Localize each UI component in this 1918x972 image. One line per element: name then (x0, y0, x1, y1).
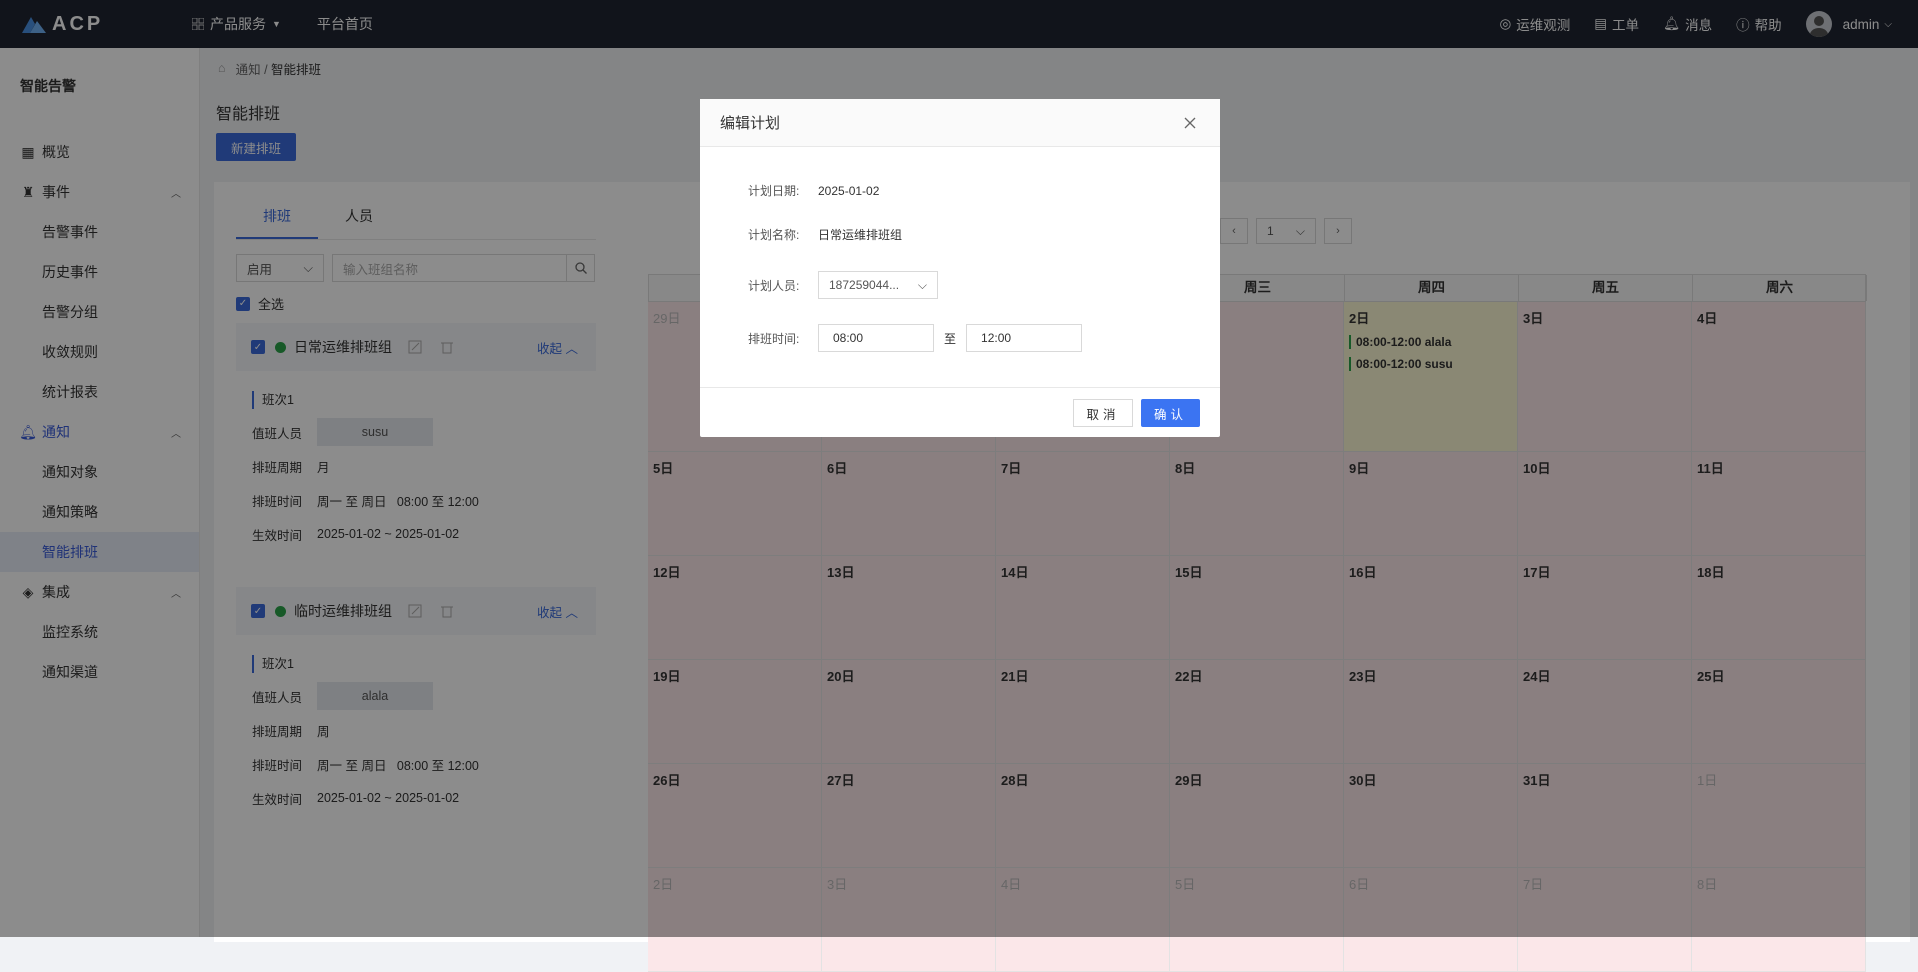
schedule-time-label: 排班时间: (748, 331, 800, 346)
to-label: 至 (944, 331, 957, 346)
plan-name-value: 日常运维排班组 (818, 228, 903, 242)
plan-person-select[interactable]: 187259044... ⌵ (818, 271, 938, 299)
start-time-input[interactable]: 08:00 (818, 324, 934, 352)
dialog-title: 编辑计划 (720, 115, 781, 132)
cancel-button[interactable]: 取消 (1073, 399, 1133, 427)
plan-person-value: 187259044... (829, 278, 900, 292)
edit-plan-dialog: 编辑计划 计划日期: 2025-01-02 计划名称: 日常运维排班组 计划人员: … (700, 99, 1220, 437)
plan-date-label: 计划日期: (748, 184, 800, 198)
dialog-footer: 取消 确认 (700, 387, 1220, 437)
plan-name-label: 计划名称: (748, 228, 800, 242)
close-icon[interactable] (1180, 113, 1200, 133)
chevron-down-icon: ⌵ (917, 277, 927, 292)
confirm-button[interactable]: 确认 (1141, 399, 1200, 427)
dialog-header: 编辑计划 (700, 99, 1220, 147)
plan-date-value: 2025-01-02 (818, 183, 880, 198)
end-time-input[interactable]: 12:00 (966, 324, 1083, 352)
plan-person-label: 计划人员: (748, 278, 800, 293)
